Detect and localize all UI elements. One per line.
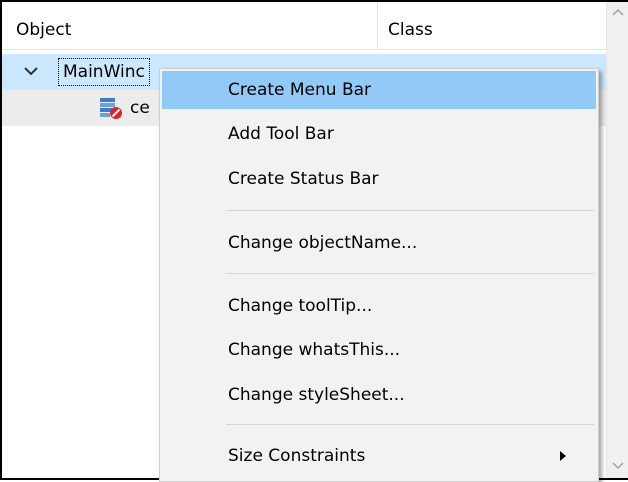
menu-item-label: Change whatsThis...: [228, 340, 401, 360]
menu-item-change-stylesheet[interactable]: Change styleSheet...: [162, 376, 596, 414]
tree-header: Object Class: [2, 2, 606, 50]
menu-item-label: Change styleSheet...: [228, 385, 405, 405]
menu-item-label: Change toolTip...: [228, 296, 373, 316]
tree-item-main-window-label[interactable]: MainWinc: [58, 58, 150, 86]
menu-item-label: Change objectName...: [228, 233, 418, 253]
menu-item-change-object-name[interactable]: Change objectName...: [162, 224, 596, 262]
column-header-object-label: Object: [16, 20, 72, 40]
context-menu: Create Menu Bar Add Tool Bar Create Stat…: [159, 68, 599, 482]
column-header-class-label: Class: [388, 20, 433, 40]
chevron-down-icon[interactable]: [22, 62, 40, 80]
widget-icon: [100, 98, 122, 119]
menu-separator: [226, 210, 594, 211]
menu-item-label: Add Tool Bar: [228, 124, 334, 144]
column-header-object[interactable]: Object: [2, 2, 378, 50]
menu-item-add-tool-bar[interactable]: Add Tool Bar: [162, 115, 596, 153]
column-header-class[interactable]: Class: [379, 2, 606, 50]
menu-separator: [226, 273, 594, 274]
menu-item-label: Size Constraints: [228, 446, 366, 466]
menu-separator: [226, 424, 594, 425]
tree-item-central-widget-label[interactable]: ce: [130, 98, 150, 118]
menu-item-change-tooltip[interactable]: Change toolTip...: [162, 287, 596, 325]
menu-item-create-status-bar[interactable]: Create Status Bar: [162, 160, 596, 198]
vertical-scrollbar[interactable]: [606, 2, 628, 478]
menu-item-size-constraints[interactable]: Size Constraints: [162, 437, 596, 475]
submenu-arrow-icon: [560, 451, 566, 461]
menu-item-change-whats-this[interactable]: Change whatsThis...: [162, 331, 596, 369]
scroll-down-icon[interactable]: [607, 454, 628, 476]
menu-item-create-menu-bar[interactable]: Create Menu Bar: [162, 71, 596, 109]
scroll-up-icon[interactable]: [607, 2, 628, 24]
menu-item-label: Create Menu Bar: [228, 80, 372, 100]
object-inspector-panel: Object Class MainWinc ce Create Menu Bar…: [0, 0, 628, 482]
menu-item-label: Create Status Bar: [228, 169, 379, 189]
